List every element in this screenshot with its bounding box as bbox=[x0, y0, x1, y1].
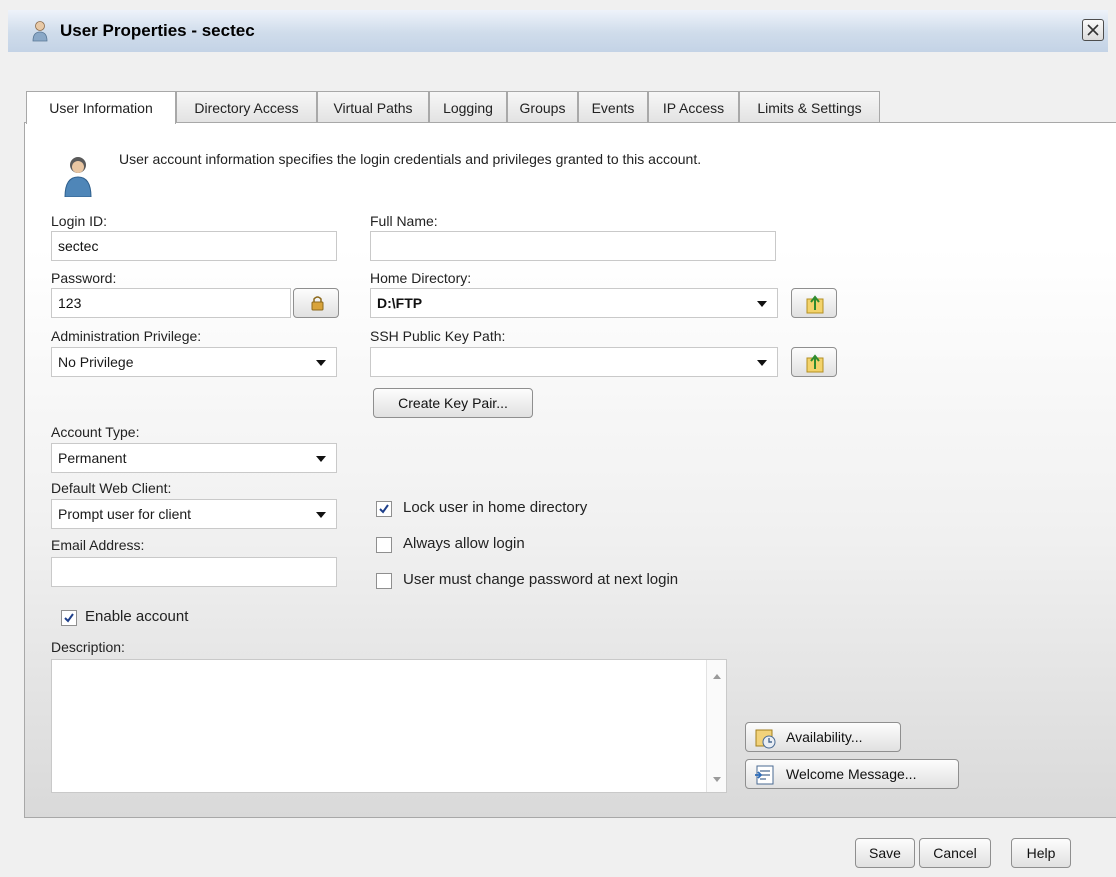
welcome-message-button[interactable]: Welcome Message... bbox=[745, 759, 959, 789]
full-name-input[interactable] bbox=[370, 231, 776, 261]
account-type-select[interactable]: Permanent bbox=[51, 443, 337, 473]
user-account-icon bbox=[64, 157, 92, 197]
message-icon bbox=[755, 765, 774, 785]
web-client-label: Default Web Client: bbox=[51, 480, 172, 496]
user-icon bbox=[32, 21, 48, 42]
must-change-password-checkbox[interactable] bbox=[376, 573, 392, 589]
browse-home-directory-button[interactable] bbox=[791, 288, 837, 318]
lock-home-label: Lock user in home directory bbox=[403, 499, 588, 516]
title-bar: User Properties - sectec bbox=[8, 10, 1108, 52]
info-text: User account information specifies the l… bbox=[119, 151, 702, 167]
calendar-clock-icon bbox=[755, 729, 776, 749]
scroll-up-icon[interactable] bbox=[713, 674, 721, 679]
must-change-password-label: User must change password at next login bbox=[403, 571, 679, 588]
account-type-label: Account Type: bbox=[51, 424, 140, 440]
checkmark-icon bbox=[379, 504, 389, 514]
browse-ssh-key-button[interactable] bbox=[791, 347, 837, 377]
enable-account-checkbox[interactable] bbox=[61, 610, 77, 626]
ssh-key-select[interactable] bbox=[370, 347, 778, 377]
password-label: Password: bbox=[51, 270, 117, 286]
login-id-input[interactable]: sectec bbox=[51, 231, 337, 261]
help-button[interactable]: Help bbox=[1011, 838, 1071, 868]
tab-directory-access[interactable]: Directory Access bbox=[176, 91, 317, 123]
tab-ip-access[interactable]: IP Access bbox=[648, 91, 739, 123]
email-input[interactable] bbox=[51, 557, 337, 587]
account-type-value: Permanent bbox=[58, 450, 127, 466]
generate-password-button[interactable] bbox=[293, 288, 339, 318]
availability-label: Availability... bbox=[786, 729, 863, 745]
chevron-down-icon bbox=[757, 301, 767, 307]
save-button[interactable]: Save bbox=[855, 838, 915, 868]
tab-groups[interactable]: Groups bbox=[507, 91, 578, 123]
always-allow-checkbox[interactable] bbox=[376, 537, 392, 553]
cancel-button[interactable]: Cancel bbox=[919, 838, 991, 868]
admin-privilege-value: No Privilege bbox=[58, 354, 134, 370]
ssh-key-label: SSH Public Key Path: bbox=[370, 328, 506, 344]
folder-up-icon bbox=[806, 295, 824, 314]
tab-limits-settings[interactable]: Limits & Settings bbox=[739, 91, 880, 123]
availability-button[interactable]: Availability... bbox=[745, 722, 901, 752]
tab-events[interactable]: Events bbox=[578, 91, 648, 123]
password-input[interactable]: 123 bbox=[51, 288, 291, 318]
admin-privilege-select[interactable]: No Privilege bbox=[51, 347, 337, 377]
login-id-label: Login ID: bbox=[51, 213, 108, 229]
description-label: Description: bbox=[51, 639, 125, 655]
welcome-message-label: Welcome Message... bbox=[786, 766, 917, 782]
scroll-down-icon[interactable] bbox=[713, 777, 721, 782]
home-directory-select[interactable]: D:\FTP bbox=[370, 288, 778, 318]
description-scrollbar[interactable] bbox=[706, 660, 726, 792]
full-name-label: Full Name: bbox=[370, 213, 438, 229]
chevron-down-icon bbox=[316, 456, 326, 462]
close-button[interactable] bbox=[1082, 19, 1104, 41]
always-allow-label: Always allow login bbox=[403, 535, 525, 552]
admin-privilege-label: Administration Privilege: bbox=[51, 328, 202, 344]
web-client-value: Prompt user for client bbox=[58, 506, 192, 522]
tab-user-information[interactable]: User Information bbox=[26, 91, 176, 124]
checkmark-icon bbox=[64, 613, 74, 623]
web-client-select[interactable]: Prompt user for client bbox=[51, 499, 337, 529]
folder-up-icon bbox=[806, 354, 824, 373]
close-icon bbox=[1087, 24, 1099, 36]
create-key-pair-button[interactable]: Create Key Pair... bbox=[373, 388, 533, 418]
chevron-down-icon bbox=[757, 360, 767, 366]
description-textarea[interactable] bbox=[51, 659, 727, 793]
tab-virtual-paths[interactable]: Virtual Paths bbox=[317, 91, 429, 123]
tab-logging[interactable]: Logging bbox=[429, 91, 507, 123]
key-lock-icon bbox=[311, 296, 324, 311]
home-directory-value: D:\FTP bbox=[377, 295, 423, 311]
home-directory-label: Home Directory: bbox=[370, 270, 472, 286]
chevron-down-icon bbox=[316, 360, 326, 366]
user-information-panel: User account information specifies the l… bbox=[24, 122, 1116, 818]
email-label: Email Address: bbox=[51, 537, 145, 553]
enable-account-label: Enable account bbox=[85, 608, 189, 625]
chevron-down-icon bbox=[316, 512, 326, 518]
window-title: User Properties - sectec bbox=[60, 21, 255, 40]
lock-home-checkbox[interactable] bbox=[376, 501, 392, 517]
